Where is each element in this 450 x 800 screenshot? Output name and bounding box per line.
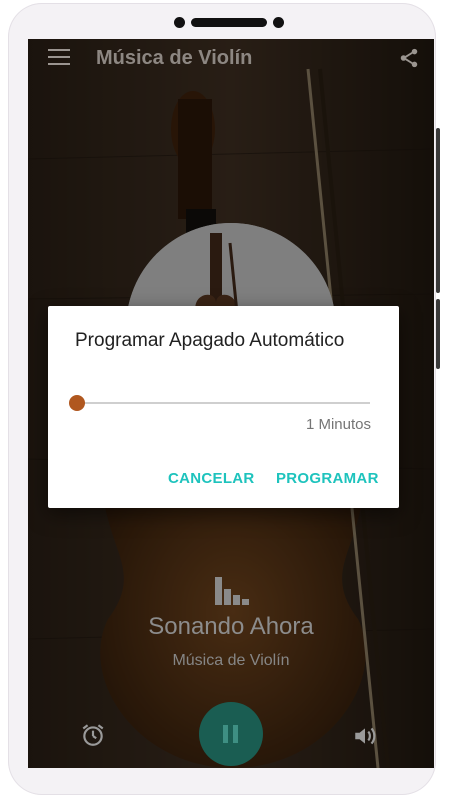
volume-icon[interactable] (352, 723, 378, 749)
timer-slider-thumb[interactable] (69, 395, 85, 411)
share-icon[interactable] (398, 47, 420, 69)
sleep-timer-dialog: Programar Apagado Automático 1 Minutos C… (48, 306, 399, 508)
equalizer-icon (215, 577, 249, 605)
station-name: Música de Violín (172, 652, 290, 669)
play-pause-button[interactable] (199, 702, 263, 766)
menu-icon[interactable] (48, 49, 70, 67)
phone-side-button (436, 128, 440, 293)
timer-value-label: 1 Minutos (305, 416, 371, 433)
phone-speaker (174, 16, 284, 28)
app-bar: Música de Violín (28, 39, 434, 79)
dialog-title: Programar Apagado Automático (75, 330, 345, 351)
app-title: Música de Violín (96, 47, 253, 69)
cancel-button[interactable]: CANCELAR (168, 470, 255, 487)
alarm-icon[interactable] (80, 722, 106, 748)
timer-slider-track[interactable] (76, 402, 370, 404)
schedule-button[interactable]: PROGRAMAR (276, 470, 379, 487)
phone-side-button (436, 299, 440, 369)
now-playing-label: Sonando Ahora (148, 613, 314, 640)
pause-icon (223, 725, 239, 743)
